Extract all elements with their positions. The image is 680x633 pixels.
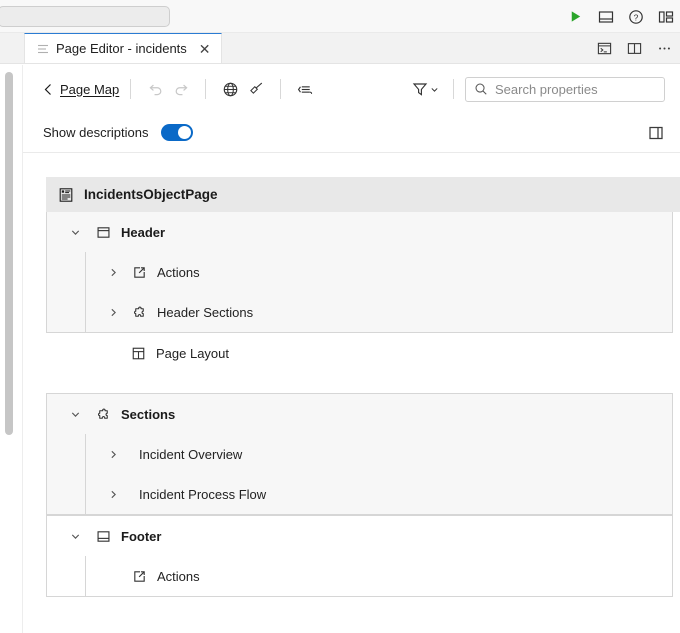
tree-node-header-actions[interactable]: Actions xyxy=(104,252,672,292)
editor-scroll-gutter xyxy=(0,65,23,633)
external-link-icon xyxy=(130,567,148,585)
chevron-down-icon[interactable] xyxy=(66,527,84,545)
toggle-knob xyxy=(178,126,191,139)
tree-node-header[interactable]: Header xyxy=(47,212,672,252)
tree-node-label: Sections xyxy=(121,407,175,422)
page-editor-toolbar: Page Map xyxy=(23,65,680,113)
svg-text:?: ? xyxy=(633,12,638,22)
window-top-bar-actions: ? xyxy=(567,0,674,33)
show-descriptions-toggle[interactable] xyxy=(161,124,193,141)
back-link-label: Page Map xyxy=(60,82,119,97)
page-layout-icon xyxy=(129,344,147,362)
chevron-down-icon xyxy=(430,85,439,94)
magic-wand-button[interactable] xyxy=(243,76,269,102)
window-top-bar: ? xyxy=(0,0,680,33)
open-terminal-button[interactable] xyxy=(596,40,613,57)
help-button[interactable]: ? xyxy=(627,8,644,25)
tree-node-label: Footer xyxy=(121,529,161,544)
right-sidebar-icon[interactable] xyxy=(647,124,664,141)
tree-node-label: Actions xyxy=(157,265,200,280)
show-descriptions-row: Show descriptions xyxy=(23,113,680,153)
header-icon xyxy=(94,223,112,241)
tree-node-label: Header xyxy=(121,225,165,240)
tree-node-label: Incident Overview xyxy=(139,447,242,462)
tree-children-page-layout: Page Layout xyxy=(84,333,673,373)
chevron-right-icon[interactable] xyxy=(104,445,122,463)
tree-group-footer: Footer Actions xyxy=(46,515,673,597)
tree-node-label: Page Layout xyxy=(156,346,229,361)
translate-button[interactable] xyxy=(217,76,243,102)
tab-page-editor-incidents[interactable]: Page Editor - incidents ✕ xyxy=(24,33,222,63)
tree-node-header-sections[interactable]: Header Sections xyxy=(104,292,672,332)
chevron-left-icon xyxy=(43,83,54,96)
chevron-right-icon[interactable] xyxy=(104,263,122,281)
outline-button[interactable] xyxy=(292,76,318,102)
editor-tab-bar: Page Editor - incidents ✕ xyxy=(0,33,680,64)
show-descriptions-row-right xyxy=(647,124,664,141)
toolbar-separator xyxy=(280,79,281,99)
toolbar-separator xyxy=(453,79,454,99)
show-descriptions-label: Show descriptions xyxy=(43,125,149,140)
tab-label: Page Editor - incidents xyxy=(56,41,187,56)
tree-group-sections: Sections Incident Overview xyxy=(46,393,673,515)
chevron-down-icon[interactable] xyxy=(66,405,84,423)
tree-children-header: Actions Header Sections xyxy=(85,252,672,332)
toolbar-separator xyxy=(205,79,206,99)
external-link-icon xyxy=(130,263,148,281)
tree-group-header: Header Acti xyxy=(46,212,673,333)
tree-children-sections: Incident Overview Incident Process Flow xyxy=(85,434,672,514)
tree-node-sections[interactable]: Sections xyxy=(47,394,672,434)
tree-page-root[interactable]: IncidentsObjectPage xyxy=(46,177,680,212)
vertical-scrollbar-thumb[interactable] xyxy=(5,72,13,435)
editor-tab-actions xyxy=(596,33,673,64)
redo-button[interactable] xyxy=(168,76,194,102)
back-to-page-map-link[interactable]: Page Map xyxy=(43,82,119,97)
tree-node-page-layout[interactable]: Page Layout xyxy=(103,333,673,373)
page-title: IncidentsObjectPage xyxy=(84,187,218,202)
filter-icon xyxy=(412,81,428,97)
search-properties-box[interactable] xyxy=(465,77,665,102)
tree-node-incident-process-flow[interactable]: Incident Process Flow xyxy=(104,474,672,514)
tree-node-footer-actions[interactable]: Actions xyxy=(104,556,672,596)
more-actions-button[interactable] xyxy=(656,40,673,57)
split-editor-button[interactable] xyxy=(626,40,643,57)
lines-icon xyxy=(37,43,49,55)
toolbar-separator xyxy=(130,79,131,99)
footer-icon xyxy=(94,527,112,545)
chevron-right-icon[interactable] xyxy=(104,303,122,321)
search-icon xyxy=(474,82,488,96)
chevron-right-icon[interactable] xyxy=(104,485,122,503)
object-page-icon xyxy=(58,187,74,203)
close-icon[interactable]: ✕ xyxy=(199,42,211,56)
tree-node-label: Actions xyxy=(157,569,200,584)
tree-node-label: Header Sections xyxy=(157,305,253,320)
undo-button[interactable] xyxy=(142,76,168,102)
tree-node-incident-overview[interactable]: Incident Overview xyxy=(104,434,672,474)
puzzle-icon xyxy=(94,405,112,423)
customize-layout-button[interactable] xyxy=(657,8,674,25)
tree-children-footer: Actions xyxy=(85,556,672,596)
puzzle-icon xyxy=(130,303,148,321)
page-structure-tree: IncidentsObjectPage Header xyxy=(23,153,680,597)
run-button[interactable] xyxy=(567,8,584,25)
tree-group-page-layout: Page Layout xyxy=(46,333,673,373)
panel-bottom-icon[interactable] xyxy=(597,8,614,25)
command-palette-input[interactable] xyxy=(0,6,170,27)
filter-button[interactable] xyxy=(409,78,442,100)
search-properties-input[interactable] xyxy=(495,82,671,97)
tree-node-label: Incident Process Flow xyxy=(139,487,266,502)
page-editor: Page Map xyxy=(0,65,680,633)
tree-node-footer[interactable]: Footer xyxy=(47,516,672,556)
chevron-down-icon[interactable] xyxy=(66,223,84,241)
